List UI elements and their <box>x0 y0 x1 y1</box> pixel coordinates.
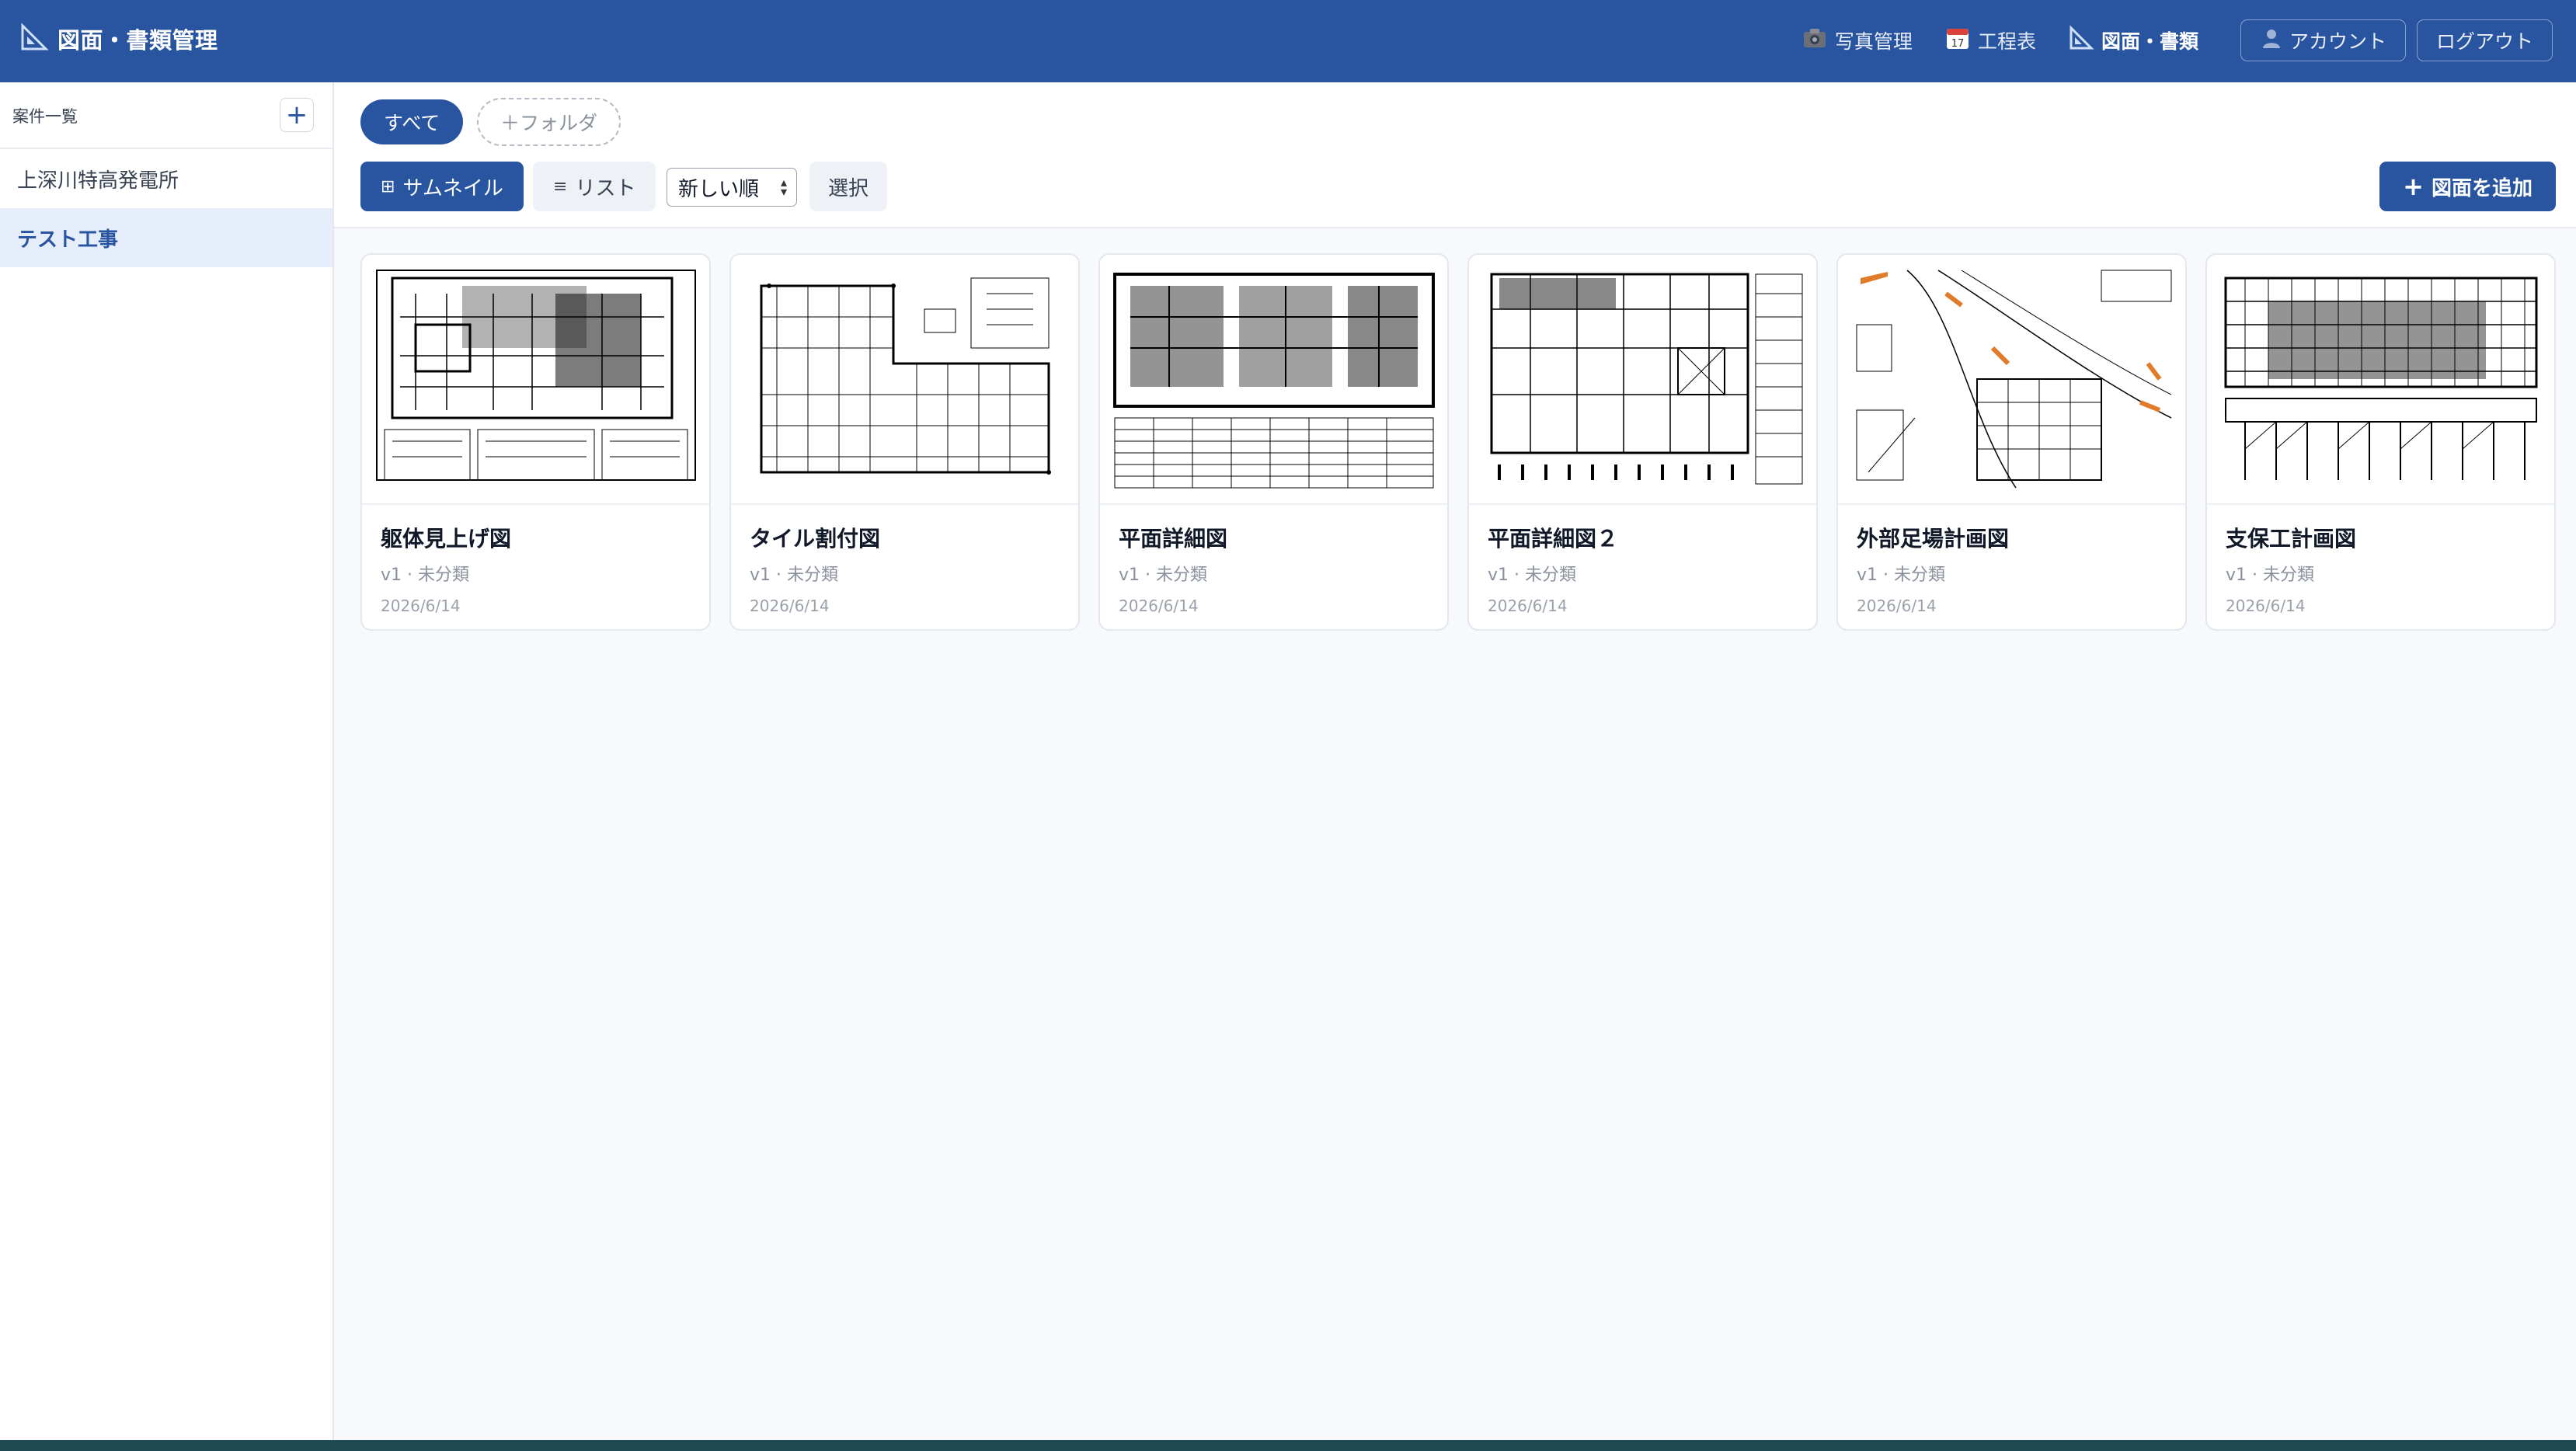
drawing-thumbnail <box>1100 255 1447 505</box>
add-drawing-button[interactable]: + 図面を追加 <box>2379 162 2556 211</box>
toolbar: すべて ＋フォルダ ⊞ サムネイル ≡ リスト 新しい順 ▴ ▾ 選択 + 図面を… <box>334 82 2576 228</box>
drawing-meta: v1 · 未分類 <box>750 565 838 585</box>
drawing-grid: 躯体見上げ図 v1 · 未分類 2026/6/14 タイル割付図 v1 · 未分… <box>360 253 2556 631</box>
drawing-thumbnail <box>362 255 709 505</box>
sort-select[interactable]: 新しい順 ▴ ▾ <box>667 168 797 207</box>
calendar-icon: 17 <box>1944 24 1972 57</box>
drawing-date: 2026/6/14 <box>1119 597 1199 615</box>
drawing-title: 平面詳細図２ <box>1488 526 1619 552</box>
ruler-triangle-icon <box>2067 24 2095 57</box>
view-list-button[interactable]: ≡ リスト <box>533 162 656 211</box>
drawing-meta: v1 · 未分類 <box>1857 565 1945 585</box>
user-icon <box>2260 26 2283 54</box>
sidebar-title: 案件一覧 <box>12 107 78 126</box>
brand: 図面・書類管理 <box>19 22 218 56</box>
camera-icon <box>1801 24 1829 57</box>
account-button[interactable]: アカウント <box>2240 19 2406 61</box>
drawing-card[interactable]: 平面詳細図 v1 · 未分類 2026/6/14 <box>1098 253 1449 631</box>
sidebar-header: 案件一覧 + <box>0 82 332 149</box>
drawing-date: 2026/6/14 <box>381 597 461 615</box>
chevron-updown-icon: ▴ ▾ <box>780 175 787 199</box>
drawing-card[interactable]: 支保工計画図 v1 · 未分類 2026/6/14 <box>2205 253 2556 631</box>
folder-chip-all[interactable]: すべて <box>360 99 464 144</box>
drawing-card[interactable]: 平面詳細図２ v1 · 未分類 2026/6/14 <box>1467 253 1818 631</box>
drawing-title: 躯体見上げ図 <box>381 526 512 552</box>
drawing-date: 2026/6/14 <box>1488 597 1568 615</box>
drawing-title: タイル割付図 <box>750 526 881 552</box>
drawing-date: 2026/6/14 <box>1857 597 1937 615</box>
drawing-thumbnail <box>1838 255 2185 505</box>
main-content: すべて ＋フォルダ ⊞ サムネイル ≡ リスト 新しい順 ▴ ▾ 選択 + 図面を… <box>334 82 2576 1440</box>
add-folder-chip[interactable]: ＋フォルダ <box>477 98 621 146</box>
svg-text:17: 17 <box>1951 38 1965 50</box>
header-nav: 写真管理 17 工程表 図面・書類 アカウント ログアウト <box>1801 16 2553 65</box>
list-icon: ≡ <box>553 176 568 197</box>
nav-schedule[interactable]: 17 工程表 <box>1944 24 2036 57</box>
sidebar-item-project[interactable]: 上深川特高発電所 <box>0 149 332 208</box>
select-button[interactable]: 選択 <box>809 162 888 211</box>
drawing-date: 2026/6/14 <box>750 597 830 615</box>
view-thumbnail-button[interactable]: ⊞ サムネイル <box>360 162 524 211</box>
drawing-title: 外部足場計画図 <box>1857 526 2010 552</box>
drawing-meta: v1 · 未分類 <box>1488 565 1576 585</box>
drawing-card[interactable]: タイル割付図 v1 · 未分類 2026/6/14 <box>729 253 1080 631</box>
drawing-thumbnail <box>731 255 1078 505</box>
drawing-date: 2026/6/14 <box>2226 597 2306 615</box>
window-bottom-edge <box>0 1440 2576 1451</box>
drawing-thumbnail <box>2207 255 2554 505</box>
drawing-thumbnail <box>1469 255 1816 505</box>
sidebar-item-project-active[interactable]: テスト工事 <box>0 208 332 267</box>
drawing-card[interactable]: 外部足場計画図 v1 · 未分類 2026/6/14 <box>1836 253 2187 631</box>
app-header: 図面・書類管理 写真管理 17 工程表 図面・書類 アカウント ログアウト <box>0 0 2576 82</box>
drawing-meta: v1 · 未分類 <box>1119 565 1207 585</box>
logout-button[interactable]: ログアウト <box>2416 19 2553 61</box>
ruler-triangle-icon <box>19 22 50 56</box>
nav-drawings-documents[interactable]: 図面・書類 <box>2067 24 2198 57</box>
drawing-card[interactable]: 躯体見上げ図 v1 · 未分類 2026/6/14 <box>360 253 711 631</box>
project-sidebar: 案件一覧 + 上深川特高発電所 テスト工事 <box>0 82 334 1440</box>
drawing-meta: v1 · 未分類 <box>381 565 469 585</box>
drawing-title: 平面詳細図 <box>1119 526 1228 552</box>
grid-icon: ⊞ <box>381 176 395 197</box>
drawing-title: 支保工計画図 <box>2226 526 2357 552</box>
nav-photo-management[interactable]: 写真管理 <box>1801 24 1913 57</box>
drawing-meta: v1 · 未分類 <box>2226 565 2314 585</box>
page-title: 図面・書類管理 <box>57 27 218 54</box>
plus-icon: + <box>2403 172 2424 201</box>
add-project-button[interactable]: + <box>280 98 314 132</box>
